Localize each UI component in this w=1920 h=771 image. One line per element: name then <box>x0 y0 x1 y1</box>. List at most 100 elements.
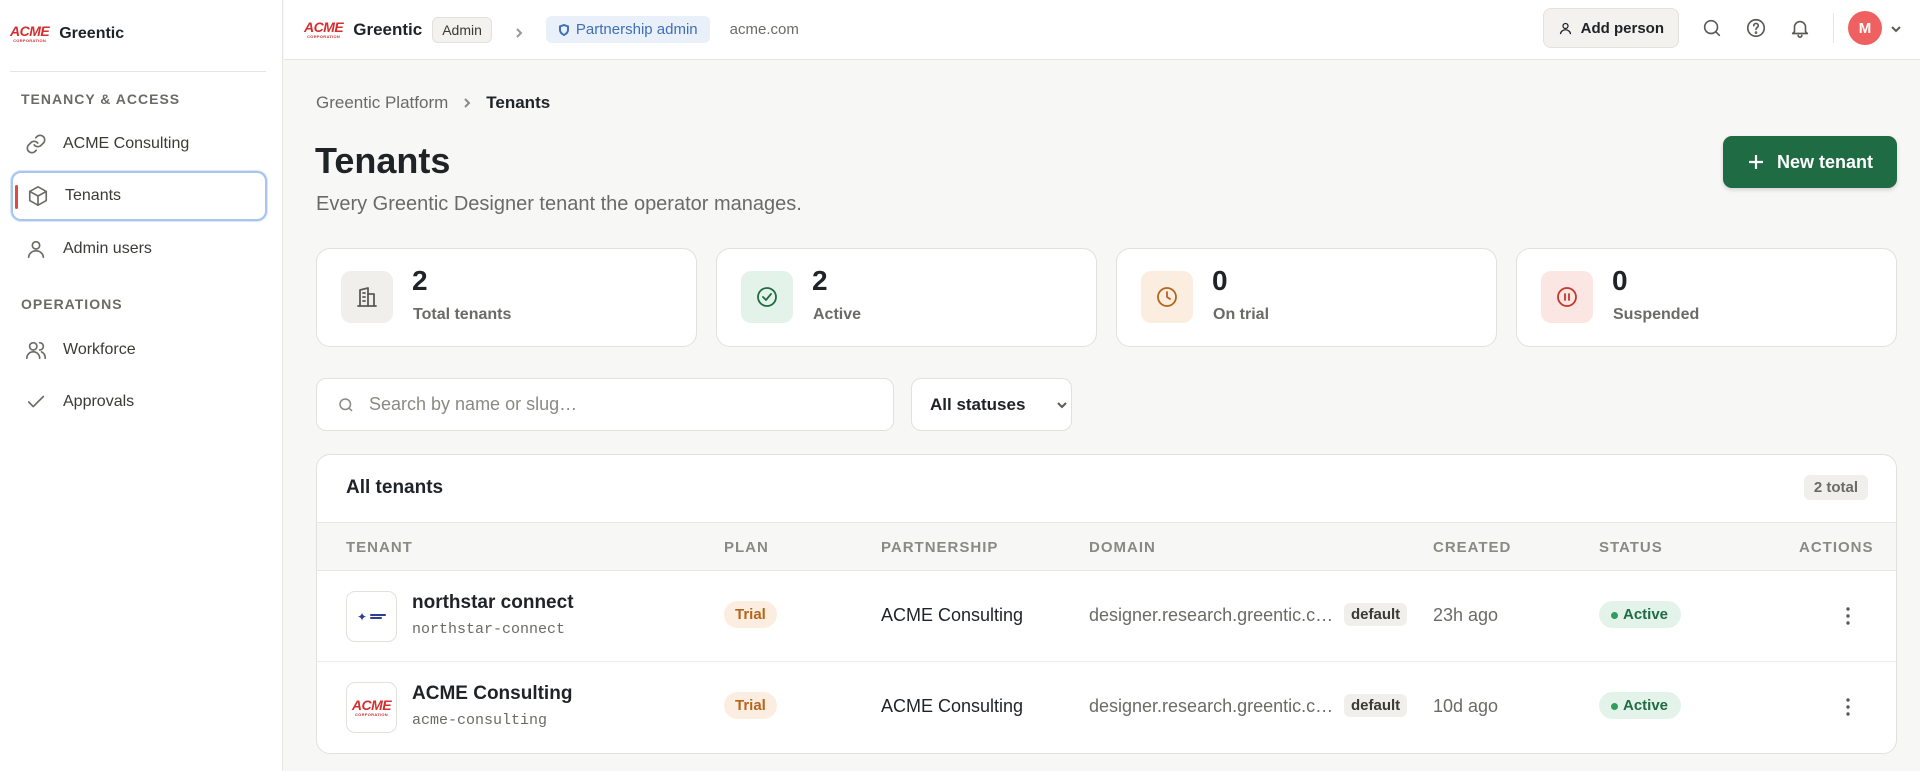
help-icon[interactable] <box>1745 17 1767 39</box>
link-icon <box>26 134 46 154</box>
check-icon <box>27 395 45 408</box>
search-icon <box>339 397 353 412</box>
sidebar-item-admin-users[interactable]: Admin users <box>11 224 267 274</box>
tenant-name[interactable]: ACME Consulting <box>412 683 572 705</box>
total-badge: 2 total <box>1803 475 1868 500</box>
acme-logo: ACME CORPORATION <box>351 697 392 717</box>
column-header-domain[interactable]: DOMAIN <box>1089 539 1156 556</box>
stat-label: Suspended <box>1613 306 1700 323</box>
sidebar-item-label: Tenants <box>65 187 122 204</box>
user-icon <box>1559 22 1571 34</box>
tenant-logo: ✦ <box>346 591 397 642</box>
sidebar-brand[interactable]: ACME CORPORATION Greentic <box>0 0 282 67</box>
sidebar-item-label: ACME Consulting <box>63 135 190 152</box>
divider <box>1833 13 1834 43</box>
status-filter-value: All statuses <box>930 394 1026 414</box>
shield-icon <box>558 23 569 36</box>
plan-badge: Trial <box>724 692 777 719</box>
column-header-partnership[interactable]: PARTNERSHIP <box>881 539 998 556</box>
stat-card-suspended: 0 Suspended <box>1516 248 1897 347</box>
stat-value: 2 <box>812 265 828 296</box>
table-header: TENANT PLAN PARTNERSHIP DOMAIN CREATED S… <box>317 522 1896 571</box>
column-header-created[interactable]: CREATED <box>1433 539 1511 556</box>
stat-label: Active <box>813 306 862 323</box>
chevron-down-icon <box>1057 401 1068 408</box>
stat-card-total: 2 Total tenants <box>316 248 697 347</box>
avatar[interactable]: M <box>1848 11 1882 45</box>
sidebar-divider <box>10 71 266 72</box>
default-domain-badge: default <box>1344 603 1408 626</box>
building-icon <box>341 271 393 323</box>
stat-card-trial: 0 On trial <box>1116 248 1497 347</box>
domain-cell: designer.research.greentic.c… <box>1089 696 1334 716</box>
add-person-label: Add person <box>1580 19 1664 37</box>
sidebar-item-tenants[interactable]: Tenants <box>11 171 267 221</box>
sidebar: ACME CORPORATION Greentic TENANCY & ACCE… <box>0 0 283 771</box>
chevron-right-icon <box>514 25 524 38</box>
partnership-cell: ACME Consulting <box>881 605 1024 625</box>
stat-label: Total tenants <box>413 306 512 323</box>
sidebar-item-label: Approvals <box>63 393 135 410</box>
tenants-table: All tenants 2 total TENANT PLAN PARTNERS… <box>316 454 1897 754</box>
default-domain-badge: default <box>1344 694 1408 717</box>
more-actions-icon[interactable] <box>1837 603 1859 629</box>
topbar-brand-name[interactable]: Greentic <box>353 20 422 40</box>
acme-logo[interactable]: ACME CORPORATION <box>304 20 344 39</box>
stat-value: 2 <box>412 265 428 296</box>
org-domain: acme.com <box>729 21 799 38</box>
pause-circle-icon <box>1541 271 1593 323</box>
table-row[interactable]: ✦ northstar connect northstar-connect Tr… <box>317 571 1896 662</box>
tenant-logo: ACME CORPORATION <box>346 682 397 733</box>
breadcrumb-current: Tenants <box>486 93 551 112</box>
section-label-tenancy: TENANCY & ACCESS <box>21 91 181 107</box>
stat-label: On trial <box>1213 306 1270 323</box>
sidebar-item-label: Workforce <box>63 341 136 358</box>
page-title: Tenants <box>315 140 451 181</box>
table-title: All tenants <box>346 477 444 498</box>
column-header-status[interactable]: STATUS <box>1599 539 1663 556</box>
tenant-name[interactable]: northstar connect <box>412 592 574 614</box>
topbar: ACME CORPORATION Greentic Admin Partners… <box>284 0 1920 60</box>
user-icon <box>27 240 45 259</box>
table-row[interactable]: ACME CORPORATION ACME Consulting acme-co… <box>317 662 1896 753</box>
sidebar-item-label: Admin users <box>63 240 152 257</box>
cube-icon <box>28 186 48 206</box>
column-header-actions: ACTIONS <box>1799 539 1874 556</box>
sidebar-item-acme-consulting[interactable]: ACME Consulting <box>11 119 267 169</box>
sidebar-item-workforce[interactable]: Workforce <box>11 325 267 375</box>
more-actions-icon[interactable] <box>1837 694 1859 720</box>
search-input[interactable] <box>369 394 849 415</box>
users-icon <box>26 341 46 360</box>
plan-badge: Trial <box>724 601 777 628</box>
bell-icon[interactable] <box>1789 17 1811 39</box>
chevron-right-icon <box>464 98 471 108</box>
search-icon[interactable] <box>1701 17 1723 39</box>
status-badge: Active <box>1599 601 1682 628</box>
column-header-tenant[interactable]: TENANT <box>346 539 413 556</box>
add-person-button[interactable]: Add person <box>1542 8 1679 48</box>
tenant-slug: northstar-connect <box>412 621 566 638</box>
column-header-plan[interactable]: PLAN <box>724 539 769 556</box>
sidebar-item-approvals[interactable]: Approvals <box>11 377 267 427</box>
created-cell: 10d ago <box>1433 696 1499 716</box>
clock-icon <box>1141 271 1193 323</box>
created-cell: 23h ago <box>1433 605 1499 625</box>
status-badge: Active <box>1599 692 1682 719</box>
search-box <box>316 378 894 431</box>
brand-name: Greentic <box>59 24 125 42</box>
stat-value: 0 <box>1212 265 1228 296</box>
page-subtitle: Every Greentic Designer tenant the opera… <box>316 193 802 215</box>
partnership-badge[interactable]: Partnership admin <box>545 16 710 43</box>
role-badge: Admin <box>432 16 492 43</box>
acme-logo: ACME CORPORATION <box>10 23 50 43</box>
breadcrumb-parent[interactable]: Greentic Platform <box>316 93 448 113</box>
status-filter-select[interactable]: All statuses <box>911 378 1072 431</box>
chevron-down-icon[interactable] <box>1890 22 1902 34</box>
northstar-logo-icon: ✦ <box>357 610 387 624</box>
stat-value: 0 <box>1612 265 1628 296</box>
new-tenant-button[interactable]: New tenant <box>1723 136 1897 188</box>
stat-card-active: 2 Active <box>716 248 1097 347</box>
domain-cell: designer.research.greentic.c… <box>1089 605 1334 625</box>
partnership-badge-label: Partnership admin <box>575 21 698 38</box>
check-circle-icon <box>741 271 793 323</box>
